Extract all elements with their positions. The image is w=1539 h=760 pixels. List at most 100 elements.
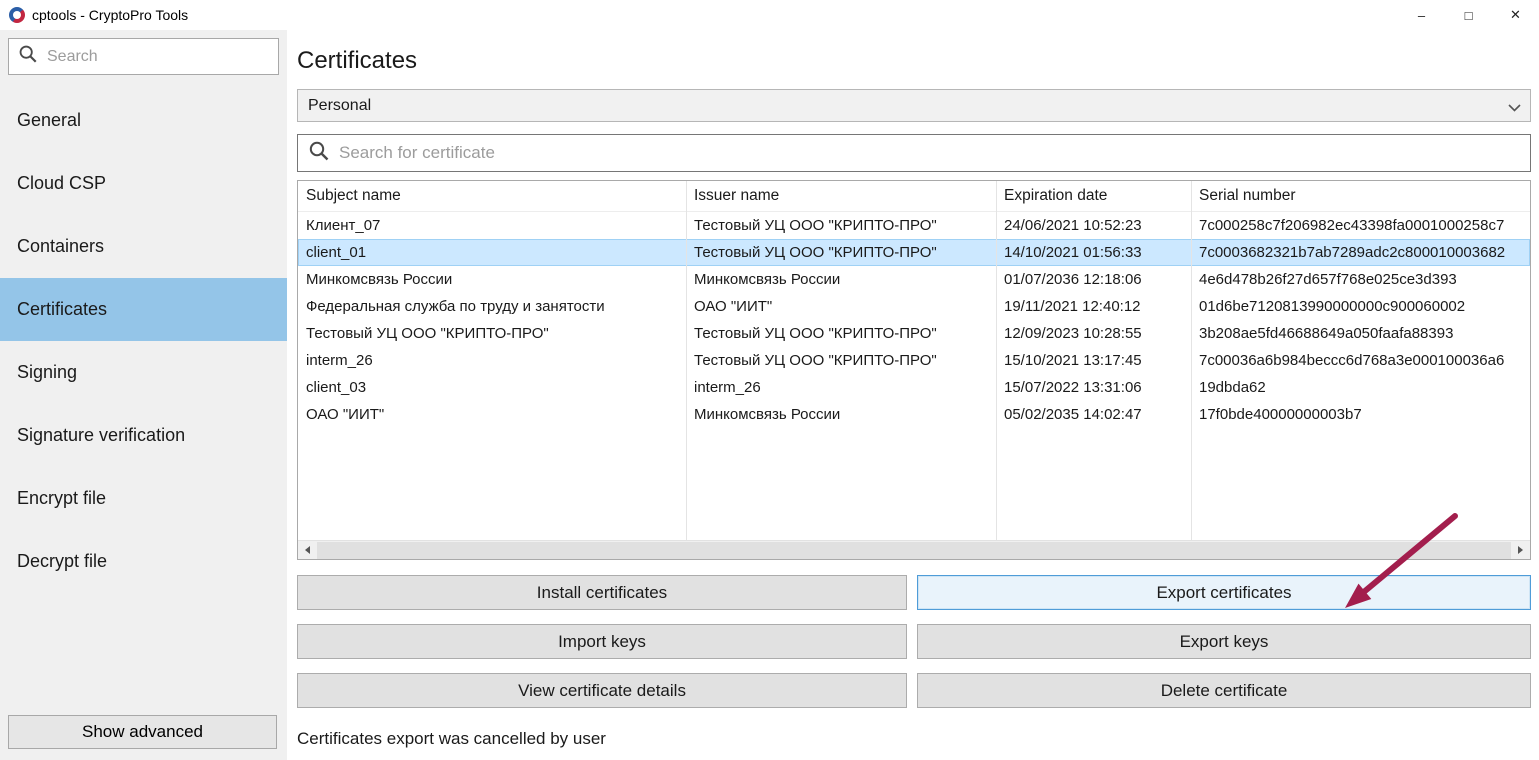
sidebar-item-label: Containers — [17, 236, 104, 257]
column-header-subject-name[interactable]: Subject name — [298, 187, 686, 205]
search-icon — [18, 44, 38, 69]
table-row[interactable]: client_03 interm_26 15/07/2022 13:31:06 … — [298, 374, 1530, 401]
maximize-button[interactable]: □ — [1445, 0, 1492, 30]
sidebar-search-input[interactable] — [47, 48, 269, 66]
sidebar-item-label: Certificates — [17, 299, 107, 320]
table-row[interactable]: Тестовый УЦ ООО "КРИПТО-ПРО" Тестовый УЦ… — [298, 320, 1530, 347]
view-certificate-details-button[interactable]: View certificate details — [297, 673, 907, 708]
delete-certificate-button[interactable]: Delete certificate — [917, 673, 1531, 708]
cell-issuer: interm_26 — [686, 379, 996, 396]
sidebar-item-label: General — [17, 110, 81, 131]
scrollbar-thumb[interactable] — [317, 542, 1511, 559]
cell-issuer: Минкомсвязь России — [686, 271, 996, 288]
certificate-search-box — [297, 134, 1531, 172]
sidebar-item-label: Cloud CSP — [17, 173, 106, 194]
sidebar-item-signature-verification[interactable]: Signature verification — [0, 404, 287, 467]
cell-expiration: 01/07/2036 12:18:06 — [996, 271, 1191, 288]
cell-expiration: 12/09/2023 10:28:55 — [996, 325, 1191, 342]
sidebar-item-encrypt-file[interactable]: Encrypt file — [0, 467, 287, 530]
show-advanced-button[interactable]: Show advanced — [8, 715, 277, 749]
column-divider — [686, 181, 687, 540]
horizontal-scrollbar[interactable] — [298, 540, 1530, 559]
install-certificates-button[interactable]: Install certificates — [297, 575, 907, 610]
action-buttons: Install certificates Export certificates… — [297, 575, 1531, 708]
cell-issuer: Тестовый УЦ ООО "КРИПТО-ПРО" — [686, 217, 996, 234]
cell-issuer: Минкомсвязь России — [686, 406, 996, 423]
cell-subject: client_01 — [298, 244, 686, 261]
cell-serial: 7c00036a6b984beccc6d768a3e000100036a6 — [1191, 352, 1530, 369]
cell-expiration: 15/10/2021 13:17:45 — [996, 352, 1191, 369]
cell-expiration: 19/11/2021 12:40:12 — [996, 298, 1191, 315]
sidebar: General Cloud CSP Containers Certificate… — [0, 30, 287, 760]
main-content: Certificates Personal Subject name Issue… — [297, 30, 1531, 749]
column-divider — [1191, 181, 1192, 540]
cell-serial: 19dbda62 — [1191, 379, 1530, 396]
cell-subject: client_03 — [298, 379, 686, 396]
table-row[interactable]: Федеральная служба по труду и занятости … — [298, 293, 1530, 320]
sidebar-search-box — [8, 38, 279, 75]
sidebar-item-certificates[interactable]: Certificates — [0, 278, 287, 341]
export-keys-button[interactable]: Export keys — [917, 624, 1531, 659]
cell-subject: Минкомсвязь России — [298, 271, 686, 288]
search-icon — [308, 140, 330, 167]
cell-subject: Клиент_07 — [298, 217, 686, 234]
column-header-expiration-date[interactable]: Expiration date — [996, 187, 1191, 205]
sidebar-item-label: Encrypt file — [17, 488, 106, 509]
sidebar-nav: General Cloud CSP Containers Certificate… — [0, 89, 287, 593]
chevron-down-icon — [1508, 99, 1521, 117]
scroll-left-arrow[interactable] — [298, 541, 317, 559]
cell-serial: 01d6be7120813990000000c900060002 — [1191, 298, 1530, 315]
cell-serial: 7c0003682321b7ab7289adc2c800010003682 — [1191, 244, 1530, 261]
minimize-button[interactable]: – — [1398, 0, 1445, 30]
certificate-store-dropdown[interactable]: Personal — [297, 89, 1531, 122]
cell-issuer: Тестовый УЦ ООО "КРИПТО-ПРО" — [686, 352, 996, 369]
cell-expiration: 24/06/2021 10:52:23 — [996, 217, 1191, 234]
table-row[interactable]: Клиент_07 Тестовый УЦ ООО "КРИПТО-ПРО" 2… — [298, 212, 1530, 239]
cell-serial: 3b208ae5fd46688649a050faafa88393 — [1191, 325, 1530, 342]
cell-issuer: ОАО "ИИТ" — [686, 298, 996, 315]
cell-expiration: 05/02/2035 14:02:47 — [996, 406, 1191, 423]
export-certificates-button[interactable]: Export certificates — [917, 575, 1531, 610]
sidebar-item-label: Signing — [17, 362, 77, 383]
certificates-table: Subject name Issuer name Expiration date… — [297, 180, 1531, 560]
cell-subject: interm_26 — [298, 352, 686, 369]
column-header-issuer-name[interactable]: Issuer name — [686, 187, 996, 205]
sidebar-item-decrypt-file[interactable]: Decrypt file — [0, 530, 287, 593]
table-row[interactable]: interm_26 Тестовый УЦ ООО "КРИПТО-ПРО" 1… — [298, 347, 1530, 374]
app-window: cptools - CryptoPro Tools – □ ✕ General … — [0, 0, 1539, 760]
cell-issuer: Тестовый УЦ ООО "КРИПТО-ПРО" — [686, 244, 996, 261]
window-title: cptools - CryptoPro Tools — [32, 7, 188, 23]
page-title: Certificates — [297, 47, 1531, 75]
sidebar-item-containers[interactable]: Containers — [0, 215, 287, 278]
dropdown-selected-value: Personal — [308, 97, 371, 115]
sidebar-item-label: Signature verification — [17, 425, 185, 446]
left-triangle-icon — [305, 546, 310, 554]
right-triangle-icon — [1518, 546, 1523, 554]
cell-expiration: 15/07/2022 13:31:06 — [996, 379, 1191, 396]
cell-subject: Федеральная служба по труду и занятости — [298, 298, 686, 315]
table-row[interactable]: Минкомсвязь России Минкомсвязь России 01… — [298, 266, 1530, 293]
column-header-serial-number[interactable]: Serial number — [1191, 187, 1530, 205]
import-keys-button[interactable]: Import keys — [297, 624, 907, 659]
cell-serial: 4e6d478b26f27d657f768e025ce3d393 — [1191, 271, 1530, 288]
table-row[interactable]: ОАО "ИИТ" Минкомсвязь России 05/02/2035 … — [298, 401, 1530, 428]
table-row-selected[interactable]: client_01 Тестовый УЦ ООО "КРИПТО-ПРО" 1… — [298, 239, 1530, 266]
certificate-search-input[interactable] — [339, 143, 1520, 163]
sidebar-item-signing[interactable]: Signing — [0, 341, 287, 404]
window-controls: – □ ✕ — [1398, 0, 1539, 30]
sidebar-item-cloud-csp[interactable]: Cloud CSP — [0, 152, 287, 215]
sidebar-item-general[interactable]: General — [0, 89, 287, 152]
table-body: Клиент_07 Тестовый УЦ ООО "КРИПТО-ПРО" 2… — [298, 212, 1530, 428]
status-text: Certificates export was cancelled by use… — [297, 729, 1531, 749]
column-divider — [996, 181, 997, 540]
cell-serial: 17f0bde40000000003b7 — [1191, 406, 1530, 423]
sidebar-item-label: Decrypt file — [17, 551, 107, 572]
scroll-right-arrow[interactable] — [1511, 541, 1530, 559]
close-button[interactable]: ✕ — [1492, 0, 1539, 30]
cell-issuer: Тестовый УЦ ООО "КРИПТО-ПРО" — [686, 325, 996, 342]
app-logo-icon — [9, 7, 25, 23]
title-bar: cptools - CryptoPro Tools — [0, 0, 1539, 30]
table-header: Subject name Issuer name Expiration date… — [298, 181, 1530, 212]
cell-subject: ОАО "ИИТ" — [298, 406, 686, 423]
cell-expiration: 14/10/2021 01:56:33 — [996, 244, 1191, 261]
